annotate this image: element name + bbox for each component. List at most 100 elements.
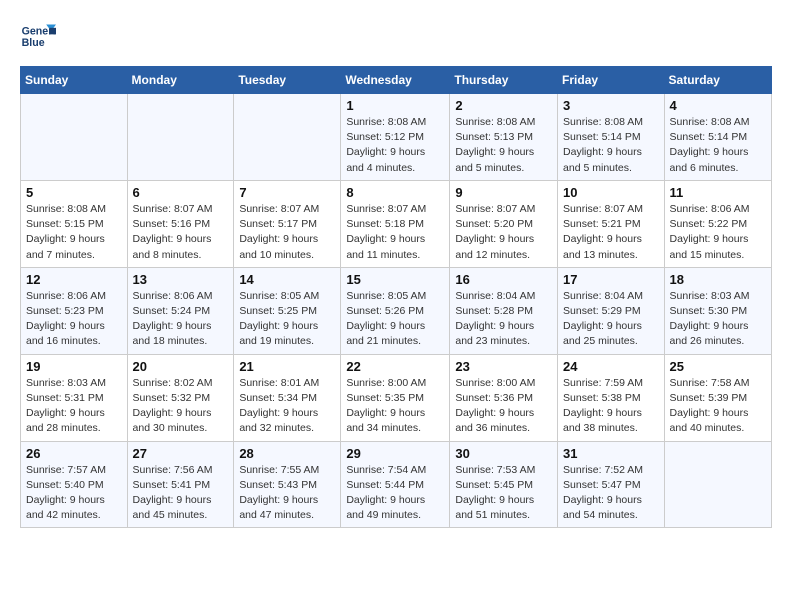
day-info: Sunrise: 8:08 AM Sunset: 5:13 PM Dayligh…: [455, 115, 552, 176]
day-info: Sunrise: 7:59 AM Sunset: 5:38 PM Dayligh…: [563, 376, 659, 437]
calendar-cell: 7Sunrise: 8:07 AM Sunset: 5:17 PM Daylig…: [234, 180, 341, 267]
day-number: 7: [239, 185, 335, 200]
day-info: Sunrise: 7:54 AM Sunset: 5:44 PM Dayligh…: [346, 463, 444, 524]
calendar-cell: [234, 94, 341, 181]
day-number: 30: [455, 446, 552, 461]
calendar-cell: 29 Sunrise: 7:54 AM Sunset: 5:44 PM Dayli…: [341, 441, 450, 528]
day-number: 3: [563, 98, 659, 113]
day-number: 1: [346, 98, 444, 113]
day-number: 25: [670, 359, 766, 374]
day-info: Sunrise: 8:05 AM Sunset: 5:25 PM Dayligh…: [239, 289, 335, 350]
day-number: 21: [239, 359, 335, 374]
day-number: 20: [133, 359, 229, 374]
calendar-cell: 27 Sunrise: 7:56 AM Sunset: 5:41 PM Dayli…: [127, 441, 234, 528]
day-info: Sunrise: 7:52 AM Sunset: 5:47 PM Dayligh…: [563, 463, 659, 524]
day-number: 16: [455, 272, 552, 287]
weekday-header-sunday: Sunday: [21, 67, 128, 94]
calendar-week-row: 26Sunrise: 7:57 AM Sunset: 5:40 PM Dayli…: [21, 441, 772, 528]
page: General Blue SundayMondayTuesdayWednesda…: [0, 0, 792, 546]
weekday-header-row: SundayMondayTuesdayWednesdayThursdayFrid…: [21, 67, 772, 94]
day-number: 18: [670, 272, 766, 287]
day-number: 9: [455, 185, 552, 200]
day-number: 13: [133, 272, 229, 287]
day-number: 4: [670, 98, 766, 113]
calendar-week-row: 19 Sunrise: 8:03 AM Sunset: 5:31 PM Dayli…: [21, 354, 772, 441]
day-number: 28: [239, 446, 335, 461]
calendar-cell: [664, 441, 771, 528]
weekday-header-friday: Friday: [558, 67, 665, 94]
day-info: Sunrise: 8:07 AM Sunset: 5:21 PM Dayligh…: [563, 202, 659, 263]
day-info: Sunrise: 8:06 AM Sunset: 5:23 PM Dayligh…: [26, 289, 122, 350]
day-number: 14: [239, 272, 335, 287]
calendar-cell: 14 Sunrise: 8:05 AM Sunset: 5:25 PM Dayli…: [234, 267, 341, 354]
day-info: Sunrise: 8:07 AM Sunset: 5:16 PM Dayligh…: [133, 202, 229, 263]
logo: General Blue: [20, 18, 60, 54]
calendar-cell: 23Sunrise: 8:00 AM Sunset: 5:36 PM Dayli…: [450, 354, 558, 441]
day-info: Sunrise: 7:58 AM Sunset: 5:39 PM Dayligh…: [670, 376, 766, 437]
day-number: 2: [455, 98, 552, 113]
calendar-cell: 30 Sunrise: 7:53 AM Sunset: 5:45 PM Dayli…: [450, 441, 558, 528]
day-info: Sunrise: 7:53 AM Sunset: 5:45 PM Dayligh…: [455, 463, 552, 524]
day-info: Sunrise: 8:07 AM Sunset: 5:20 PM Dayligh…: [455, 202, 552, 263]
day-number: 27: [133, 446, 229, 461]
calendar-cell: 4 Sunrise: 8:08 AM Sunset: 5:14 PM Daylig…: [664, 94, 771, 181]
calendar-cell: 18 Sunrise: 8:03 AM Sunset: 5:30 PM Dayli…: [664, 267, 771, 354]
day-info: Sunrise: 7:55 AM Sunset: 5:43 PM Dayligh…: [239, 463, 335, 524]
day-info: Sunrise: 8:02 AM Sunset: 5:32 PM Dayligh…: [133, 376, 229, 437]
day-number: 12: [26, 272, 122, 287]
calendar-cell: 5 Sunrise: 8:08 AM Sunset: 5:15 PM Daylig…: [21, 180, 128, 267]
calendar-week-row: 12 Sunrise: 8:06 AM Sunset: 5:23 PM Dayli…: [21, 267, 772, 354]
day-info: Sunrise: 8:03 AM Sunset: 5:31 PM Dayligh…: [26, 376, 122, 437]
day-number: 15: [346, 272, 444, 287]
calendar-cell: [127, 94, 234, 181]
calendar-table: SundayMondayTuesdayWednesdayThursdayFrid…: [20, 66, 772, 528]
day-info: Sunrise: 8:08 AM Sunset: 5:14 PM Dayligh…: [563, 115, 659, 176]
day-number: 8: [346, 185, 444, 200]
day-info: Sunrise: 8:08 AM Sunset: 5:15 PM Dayligh…: [26, 202, 122, 263]
day-info: Sunrise: 8:07 AM Sunset: 5:18 PM Dayligh…: [346, 202, 444, 263]
calendar-cell: 16 Sunrise: 8:04 AM Sunset: 5:28 PM Dayli…: [450, 267, 558, 354]
day-info: Sunrise: 8:03 AM Sunset: 5:30 PM Dayligh…: [670, 289, 766, 350]
calendar-cell: 19 Sunrise: 8:03 AM Sunset: 5:31 PM Dayli…: [21, 354, 128, 441]
calendar-cell: 9 Sunrise: 8:07 AM Sunset: 5:20 PM Daylig…: [450, 180, 558, 267]
weekday-header-wednesday: Wednesday: [341, 67, 450, 94]
weekday-header-monday: Monday: [127, 67, 234, 94]
calendar-cell: 11Sunrise: 8:06 AM Sunset: 5:22 PM Dayli…: [664, 180, 771, 267]
day-info: Sunrise: 8:08 AM Sunset: 5:12 PM Dayligh…: [346, 115, 444, 176]
day-number: 29: [346, 446, 444, 461]
day-info: Sunrise: 8:06 AM Sunset: 5:24 PM Dayligh…: [133, 289, 229, 350]
svg-text:Blue: Blue: [22, 37, 45, 49]
calendar-cell: 3 Sunrise: 8:08 AM Sunset: 5:14 PM Daylig…: [558, 94, 665, 181]
calendar-cell: 1 Sunrise: 8:08 AM Sunset: 5:12 PM Daylig…: [341, 94, 450, 181]
day-info: Sunrise: 7:56 AM Sunset: 5:41 PM Dayligh…: [133, 463, 229, 524]
day-info: Sunrise: 8:00 AM Sunset: 5:35 PM Dayligh…: [346, 376, 444, 437]
day-info: Sunrise: 8:04 AM Sunset: 5:28 PM Dayligh…: [455, 289, 552, 350]
weekday-header-thursday: Thursday: [450, 67, 558, 94]
calendar-cell: 13 Sunrise: 8:06 AM Sunset: 5:24 PM Dayli…: [127, 267, 234, 354]
day-number: 19: [26, 359, 122, 374]
day-info: Sunrise: 8:08 AM Sunset: 5:14 PM Dayligh…: [670, 115, 766, 176]
day-number: 22: [346, 359, 444, 374]
calendar-cell: 22 Sunrise: 8:00 AM Sunset: 5:35 PM Dayli…: [341, 354, 450, 441]
day-number: 10: [563, 185, 659, 200]
calendar-cell: 28 Sunrise: 7:55 AM Sunset: 5:43 PM Dayli…: [234, 441, 341, 528]
day-number: 26: [26, 446, 122, 461]
day-info: Sunrise: 8:05 AM Sunset: 5:26 PM Dayligh…: [346, 289, 444, 350]
calendar-cell: 12 Sunrise: 8:06 AM Sunset: 5:23 PM Dayli…: [21, 267, 128, 354]
calendar-cell: 8 Sunrise: 8:07 AM Sunset: 5:18 PM Daylig…: [341, 180, 450, 267]
day-number: 23: [455, 359, 552, 374]
calendar-cell: 10 Sunrise: 8:07 AM Sunset: 5:21 PM Dayli…: [558, 180, 665, 267]
day-number: 31: [563, 446, 659, 461]
weekday-header-tuesday: Tuesday: [234, 67, 341, 94]
calendar-cell: 15 Sunrise: 8:05 AM Sunset: 5:26 PM Dayli…: [341, 267, 450, 354]
day-number: 24: [563, 359, 659, 374]
day-number: 6: [133, 185, 229, 200]
header: General Blue: [20, 18, 772, 54]
day-number: 5: [26, 185, 122, 200]
day-number: 11: [670, 185, 766, 200]
calendar-cell: 6 Sunrise: 8:07 AM Sunset: 5:16 PM Daylig…: [127, 180, 234, 267]
day-number: 17: [563, 272, 659, 287]
day-info: Sunrise: 8:01 AM Sunset: 5:34 PM Dayligh…: [239, 376, 335, 437]
calendar-cell: 31 Sunrise: 7:52 AM Sunset: 5:47 PM Dayli…: [558, 441, 665, 528]
calendar-cell: 24 Sunrise: 7:59 AM Sunset: 5:38 PM Dayli…: [558, 354, 665, 441]
